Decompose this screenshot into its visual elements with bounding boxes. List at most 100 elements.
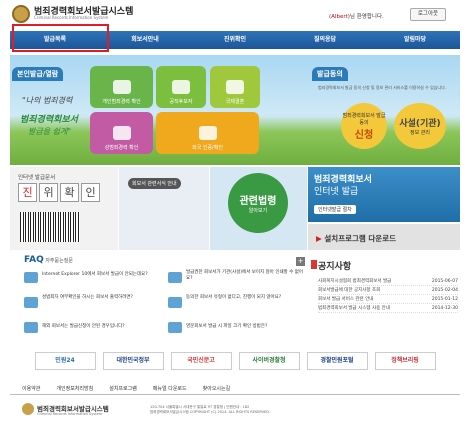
law-circle: 관련법령 알아보기 [228, 173, 288, 233]
speaker-icon [311, 260, 317, 269]
welcome-suffix: 님 환영합니다. [349, 14, 384, 20]
notice-item[interactable]: 회보서 발급 서비스 관련 안내 2015-01-12 [318, 295, 458, 304]
consent-apply-button[interactable]: 범죄경력회보서 발급동의 신청 [341, 103, 387, 149]
consent-tab: 발급동의 [312, 67, 348, 81]
law-sub: 알아보기 [248, 208, 268, 214]
footer-links: 이용약관 개인정보처리방침 설치프로그램 메뉴얼 다운로드 찾아오시는길 [22, 385, 230, 392]
footer-copyright: 범죄경력회보서발급시스템 COPYRIGHT (C) 2014. ALL RIG… [150, 410, 271, 414]
consent-description: 범죄경력회보서 발급 동의 신청 및 정보 관리 서비스를 이용하실 수 있습니… [318, 85, 447, 90]
notice-item[interactable]: 회보서발급에 대한 공지사항 조회 2015-02-04 [318, 286, 458, 295]
page: 범죄경력회보서발급시스템 Criminal Records Informatio… [0, 0, 469, 426]
tile-candidate[interactable]: 공직후보자 [156, 66, 206, 108]
verify-caption: 인터넷 발급문서 [18, 175, 56, 181]
forms-guide-label: 회보서 관련서식 안내 [128, 178, 181, 189]
faq-item[interactable]: 동의한 회보서 유형이 없다고, 진행이 되지 않아요? [186, 295, 306, 301]
faq-item[interactable]: 영문회보서 발급 시 파일 크기 확인 방법은? [186, 324, 306, 330]
verify-char: 확 [60, 183, 79, 202]
faq-subtitle: 자주묻는질문 [43, 258, 73, 264]
footer-link-terms[interactable]: 이용약관 [22, 385, 40, 392]
footer-link-privacy[interactable]: 개인정보처리방침 [56, 385, 93, 392]
faq-heading: FAQ 자주묻는질문 [24, 255, 73, 265]
partner-policy-briefing[interactable]: 정책브리핑 [374, 352, 436, 370]
nav-item-qna[interactable]: 질의응답 [280, 31, 370, 49]
manage-sub: 정보 관리 [410, 130, 430, 136]
verify-char: 위 [39, 183, 58, 202]
notice-date: 2015-02-04 [431, 288, 458, 293]
notice-date: 2014-12-30 [431, 306, 458, 311]
airplane-icon [198, 126, 217, 140]
monitor-icon [112, 80, 131, 94]
printer-icon [24, 322, 38, 333]
notice-date: 2015-01-12 [431, 297, 458, 302]
partner-minwon24[interactable]: 민원24 [34, 352, 96, 370]
footer-address: 120-704 서울특별시 서대문구 통일로 97 경찰청 | 민원안내 : 1… [150, 405, 300, 415]
tile-sex-offense-check[interactable]: 성범죄경력 확인 [90, 112, 153, 154]
search-document-icon [24, 297, 38, 308]
tile-label: 공직후보자 [169, 99, 193, 105]
footer-link-directions[interactable]: 찾아오시는길 [203, 385, 231, 392]
notice-item[interactable]: 사회복지시설협회 범죄경력회보서 발급 2015-06-07 [318, 277, 458, 286]
ie-icon [24, 272, 38, 283]
nav-item-report-guide[interactable]: 회보서안내 [100, 31, 190, 49]
people-icon [172, 80, 190, 94]
notice-date: 2015-06-07 [431, 279, 458, 284]
law-title: 관련법령 [239, 196, 277, 207]
faq-title: FAQ [24, 255, 44, 265]
highlight-box [12, 24, 109, 52]
tile-label: 성범죄경력 확인 [104, 145, 139, 151]
footer-link-manual[interactable]: 메뉴얼 다운로드 [153, 385, 187, 392]
slogan-line-1: "나의 범죄경력 [22, 96, 73, 105]
partner-sinmungo[interactable]: 국민신문고 [170, 352, 232, 370]
partner-cyber-police[interactable]: 사이버경찰청 [238, 352, 300, 370]
faq-more-button[interactable]: + [296, 257, 305, 266]
barcode-icon [20, 212, 80, 242]
welcome-message: (Albert)님 환영합니다. [329, 14, 384, 20]
private-info-manage-button[interactable]: 사설(기관) 정보 관리 [394, 103, 446, 149]
notice-text: 회보서 발급 서비스 관련 안내 [318, 297, 374, 302]
notice-text: 범죄경력회보서 발급 시스템 사용 안내 [318, 306, 390, 311]
footer-link-install[interactable]: 설치프로그램 [109, 385, 137, 392]
tile-foreign-certification[interactable]: 외국 인증/확인 [156, 112, 259, 154]
police-emblem-logo [12, 5, 30, 23]
install-label-suffix: 다운로드 [365, 234, 397, 243]
verify-char: 진 [18, 183, 37, 202]
partner-police-portal[interactable]: 경찰민원포털 [306, 352, 368, 370]
site-subtitle: Criminal Records Information System [34, 15, 109, 20]
tile-personal-record[interactable]: 개인범죄경력 확인 [90, 66, 153, 108]
notice-text: 사회복지시설협회 범죄경력회보서 발급 [318, 279, 392, 284]
faq-item[interactable]: 발급권한 회보서가 기관(사설)에서 보이지 않아 인쇄할 수 없어요? [186, 270, 306, 282]
folder-icon [168, 322, 182, 333]
notice-title: 공지사항 [318, 262, 352, 272]
faq-item[interactable]: 성범죄자 여부확인을 하시는 회보서 출력하려면? [42, 295, 162, 301]
self-issue-tab: 본인발급/열람 [12, 67, 64, 81]
document-icon [168, 272, 182, 283]
notice-item[interactable]: 범죄경력회보서 발급 시스템 사용 안내 2014-12-30 [318, 304, 458, 313]
logout-button[interactable]: 로그아웃 [410, 8, 446, 21]
tile-label: 개인범죄경력 확인 [102, 99, 141, 105]
faq-item[interactable]: 해외 회보서는 발급신청이 안된 경우입니다? [42, 324, 162, 330]
footer-subtitle: Criminal Records Information System [37, 412, 103, 416]
verify-char: 인 [81, 183, 100, 202]
internet-issue-subtitle: 인터넷 발급 [314, 187, 359, 197]
manage-big: 사설(기관) [399, 119, 441, 129]
user-name: Albert [331, 14, 348, 20]
partner-korea-gov[interactable]: 대한민국정부 [102, 352, 164, 370]
install-program-label: ▶ 설치프로그램 다운로드 [316, 233, 396, 244]
slogan-line-2: 범죄경력회보서 [20, 115, 78, 125]
consent-apply-small: 범죄경력회보서 발급동의 [342, 112, 386, 126]
internet-issue-procedure-button[interactable]: 인터넷발급 절차 [314, 205, 356, 214]
footer-divider [10, 394, 460, 395]
couple-icon [226, 80, 244, 94]
notice-text: 회보서발급에 대한 공지사항 조회 [318, 288, 381, 293]
tile-international-marriage[interactable]: 국제결혼 [210, 66, 260, 108]
partner-banners: 민원24 대한민국정부 국민신문고 사이버경찰청 경찰민원포털 정책브리핑 [10, 352, 460, 372]
nav-item-authenticity[interactable]: 진위확인 [190, 31, 280, 49]
install-label-text: 설치프로그램 [324, 234, 366, 243]
tile-label: 국제결혼 [225, 99, 245, 105]
verify-title: 진 위 확 인 [18, 183, 100, 202]
footer-emblem-logo [22, 403, 34, 415]
consent-apply-big: 신청 [354, 129, 374, 141]
slogan-line-3: 발급을 쉽게" [28, 127, 72, 136]
nav-item-notices[interactable]: 알림마당 [370, 31, 460, 49]
faq-item[interactable]: Internet Explorer 10에서 회보서 발급이 안되는데요? [42, 272, 162, 278]
